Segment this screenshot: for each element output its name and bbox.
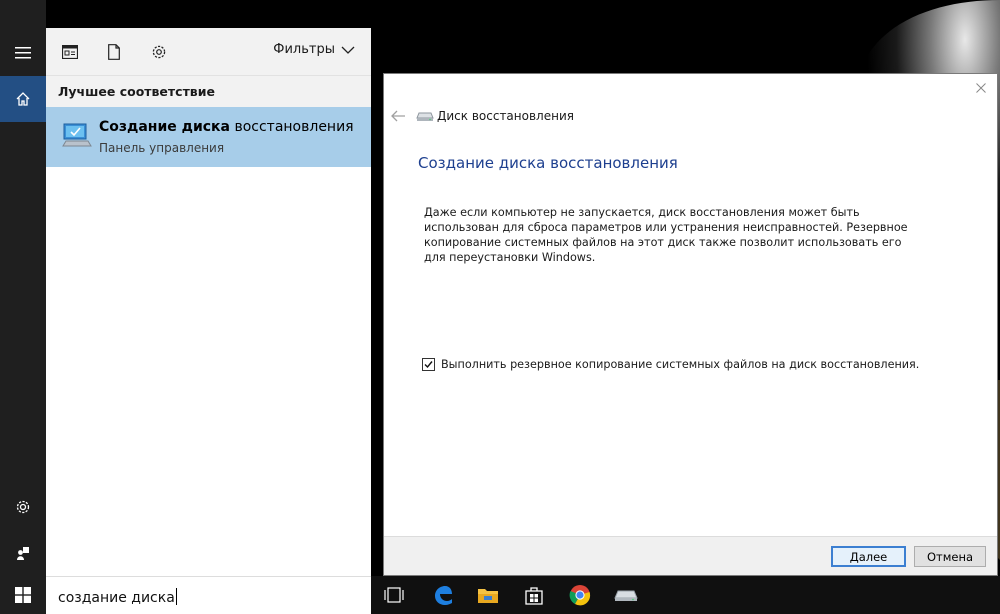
checkmark-icon xyxy=(424,361,433,369)
document-icon xyxy=(108,44,120,60)
desktop: Фильтры Лучшее соответствие Создание дис… xyxy=(0,0,1000,614)
search-toolbar: Фильтры xyxy=(46,28,371,76)
settings-filter-button[interactable] xyxy=(149,42,169,62)
window-title: Диск восстановления xyxy=(437,109,574,123)
search-query: создание диска xyxy=(58,590,175,606)
gear-icon xyxy=(152,45,166,59)
apps-filter-button[interactable] xyxy=(60,42,80,62)
start-rail xyxy=(0,0,46,576)
filters-label: Фильтры xyxy=(273,42,335,57)
backup-checkbox[interactable] xyxy=(422,358,435,371)
dialog-footer: Далее Отмена xyxy=(384,536,997,575)
file-explorer-button[interactable] xyxy=(476,583,500,607)
task-view-button[interactable] xyxy=(382,583,406,607)
next-button[interactable]: Далее xyxy=(831,546,906,567)
edge-button[interactable] xyxy=(431,583,455,607)
documents-filter-button[interactable] xyxy=(104,42,124,62)
close-button[interactable] xyxy=(973,80,989,96)
settings-button[interactable] xyxy=(0,484,46,530)
cancel-button[interactable]: Отмена xyxy=(914,546,986,567)
recovery-drive-icon xyxy=(62,123,92,147)
hamburger-icon xyxy=(15,47,31,59)
user-button[interactable] xyxy=(0,530,46,576)
backup-checkbox-row[interactable]: Выполнить резервное копирование системны… xyxy=(422,358,919,371)
dialog-description: Даже если компьютер не запускается, диск… xyxy=(424,206,908,264)
text-caret xyxy=(175,588,177,605)
store-button[interactable] xyxy=(522,583,546,607)
best-match-heading: Лучшее соответствие xyxy=(58,84,215,99)
best-match-result[interactable]: Создание диска восстановления Панель упр… xyxy=(46,107,371,167)
recovery-drive-dialog: Диск восстановления Создание диска восст… xyxy=(383,73,998,576)
chrome-button[interactable] xyxy=(568,583,592,607)
backup-checkbox-label: Выполнить резервное копирование системны… xyxy=(441,358,920,371)
gear-icon xyxy=(16,500,30,514)
recovery-drive-icon xyxy=(614,590,638,601)
back-arrow-icon[interactable] xyxy=(390,109,406,123)
task-view-icon xyxy=(384,587,404,603)
result-title-match: Создание диска xyxy=(99,119,230,135)
file-explorer-icon xyxy=(478,589,498,603)
chrome-icon xyxy=(569,585,591,606)
close-icon xyxy=(976,83,986,93)
store-icon xyxy=(525,587,543,605)
windows-logo-icon xyxy=(15,587,31,603)
result-title: Создание диска восстановления xyxy=(99,119,354,135)
drive-icon xyxy=(416,112,434,121)
start-button[interactable] xyxy=(0,576,46,614)
recovery-drive-taskbar-button[interactable] xyxy=(614,583,638,607)
home-icon xyxy=(16,92,30,106)
dialog-heading: Создание диска восстановления xyxy=(418,154,678,172)
apps-icon xyxy=(62,45,78,59)
results-area xyxy=(46,167,371,576)
filters-dropdown[interactable]: Фильтры xyxy=(273,42,355,57)
result-title-rest: восстановления xyxy=(230,119,354,135)
search-results-panel: Фильтры Лучшее соответствие Создание дис… xyxy=(46,28,371,576)
home-button[interactable] xyxy=(0,76,46,122)
search-input[interactable]: создание диска xyxy=(46,576,371,614)
result-subtitle: Панель управления xyxy=(99,141,225,155)
taskbar xyxy=(371,576,1000,614)
user-icon xyxy=(17,547,29,560)
edge-icon xyxy=(435,586,452,605)
menu-button[interactable] xyxy=(0,30,46,76)
chevron-down-icon xyxy=(341,46,355,54)
